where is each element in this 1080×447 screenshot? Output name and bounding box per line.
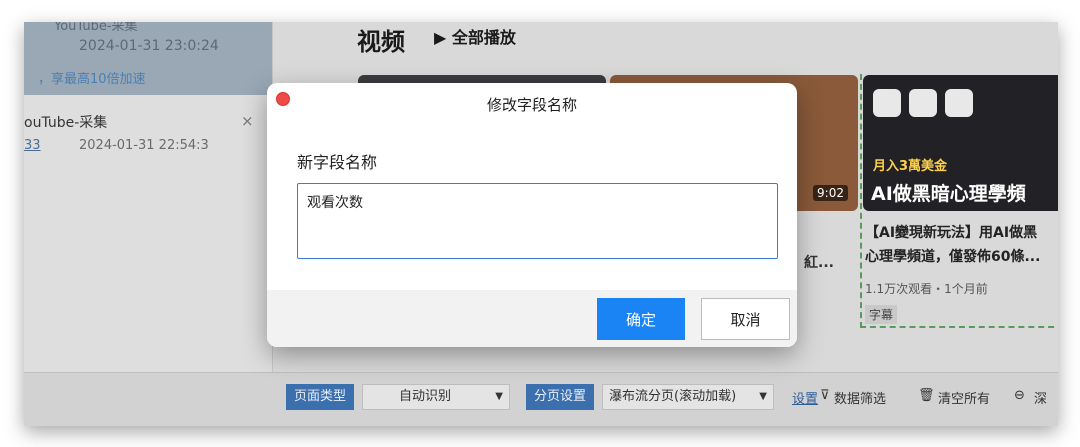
confirm-button[interactable]: 确定 (597, 298, 685, 340)
caption-tag: 字幕 (865, 305, 898, 324)
dialog-title: 修改字段名称 (486, 96, 577, 114)
video-title[interactable]: 【AI變現新玩法】用AI做黑 心理學頻道，僅發佈60條... (865, 221, 1058, 269)
rename-field-dialog: 修改字段名称 新字段名称 观看次数 确定 取消 (267, 83, 797, 347)
paging-label: 分页设置 (526, 384, 595, 410)
deep-button[interactable]: 深 (1034, 388, 1047, 407)
bottom-toolbar: 页面类型 自动识别 ▼ 分页设置 瀑布流分页(滚动加载) ▼ 设置 ⊽ 数据筛选… (24, 372, 1058, 426)
paging-value: 瀑布流分页(滚动加载) (609, 389, 737, 404)
setting-link[interactable]: 设置 (792, 388, 818, 407)
filter-icon[interactable]: ⊽ (820, 388, 830, 403)
sidebar-top-title: YouTube-采集 (54, 22, 138, 34)
sidebar-item-title[interactable]: ouTube-采集 (24, 112, 107, 132)
video-title-line1: 【AI變現新玩法】用AI做黑 (865, 225, 1038, 241)
dialog-footer: 确定 取消 (267, 290, 797, 347)
chevron-down-icon: ▼ (759, 391, 767, 402)
cancel-button[interactable]: 取消 (701, 298, 790, 340)
sidebar-selected-item[interactable]: YouTube-采集 2024-01-31 23:0:24 ，享最高10倍加速 (24, 22, 272, 95)
data-filter-button[interactable]: 数据筛选 (834, 388, 886, 407)
sidebar-item-count[interactable]: 33 (24, 138, 41, 153)
sidebar-top-date: 2024-01-31 23:0:24 (79, 38, 219, 54)
paging-select[interactable]: 瀑布流分页(滚动加载) ▼ (602, 384, 774, 410)
play-all-button[interactable]: ▶ 全部播放 (434, 24, 516, 48)
sidebar-item-date: 2024-01-31 22:54:3 (79, 138, 209, 153)
field-name-label: 新字段名称 (297, 153, 378, 172)
video-meta: 1.1万次观看・1个月前 (865, 282, 988, 296)
page-title: 视频 (357, 28, 405, 56)
close-icon[interactable]: × (241, 112, 254, 130)
page-type-value: 自动识别 (399, 389, 452, 404)
speed-promo-link[interactable]: ，享最高10倍加速 (38, 68, 146, 87)
field-name-input[interactable]: 观看次数 (297, 183, 778, 259)
link-icon[interactable]: ⊖ (1014, 388, 1025, 403)
page-type-select[interactable]: 自动识别 ▼ (362, 384, 510, 410)
video-title-line2: 心理學頻道，僅發佈60條... (865, 249, 1041, 265)
duration-badge: 9:02 (813, 185, 848, 201)
clear-all-button[interactable]: 清空所有 (938, 388, 990, 407)
sidebar: YouTube-采集 2024-01-31 23:0:24 ，享最高10倍加速 … (24, 22, 272, 426)
chevron-down-icon: ▼ (495, 391, 503, 402)
page-type-label: 页面类型 (286, 384, 355, 410)
video-title-truncated[interactable]: 紅... (804, 252, 834, 272)
trash-icon[interactable]: 🗑 (918, 388, 935, 403)
